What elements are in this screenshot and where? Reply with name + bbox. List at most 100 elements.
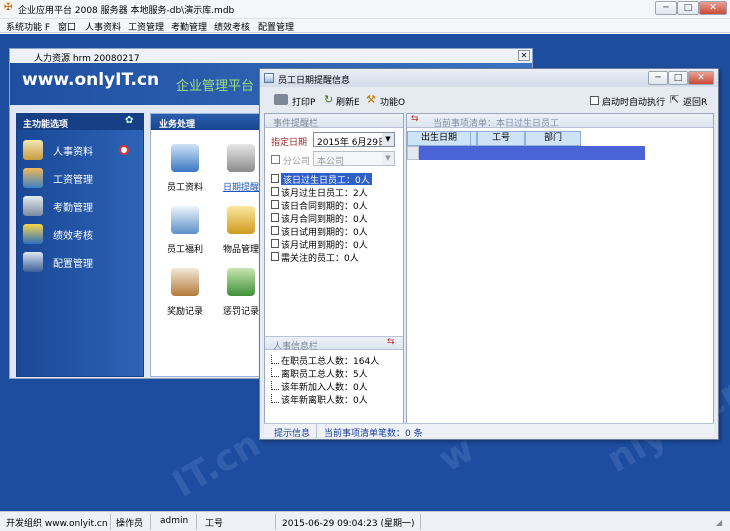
back-icon[interactable]: ⇱ (670, 93, 679, 106)
event-panel-header: 事件提醒栏 (265, 114, 403, 129)
column-header-dept[interactable]: 部门 (525, 131, 581, 146)
sidebar-item-config[interactable]: 配置管理 (23, 250, 139, 276)
status-datetime: 2015-06-29 09:04:23 (星期一) (282, 519, 415, 529)
menu-config[interactable]: 配置管理 (258, 20, 294, 33)
event-item[interactable]: 该日试用到期的：0人 (271, 225, 368, 238)
tile-date-reminder[interactable]: 日期提醒 (217, 144, 265, 200)
status-bar: 开发组织 www.onlyit.cn 操作员 admin 工号 2015-06-… (0, 511, 730, 531)
hr-item: 离职员工总人数：5人 (271, 367, 368, 380)
hr-item: 该年新加入人数：0人 (271, 380, 368, 393)
emp-maximize-button[interactable]: □ (668, 71, 688, 85)
menu-window[interactable]: 窗口 (58, 20, 76, 33)
hr-label: 在职员工总人数：164人 (281, 357, 380, 367)
status-org: 开发组织 www.onlyit.cn (6, 519, 108, 529)
swap-icon[interactable]: ⇆ (387, 337, 395, 347)
emp-close-button[interactable]: ✕ (688, 71, 714, 85)
employee-reminder-window: 员工日期提醒信息 ─ □ ✕ 打印P ↻ 刷新E ⚒ 功能O 启动时自动执行 ⇱… (259, 68, 719, 440)
chevron-down-icon[interactable]: ▼ (382, 133, 394, 146)
event-icon (271, 213, 279, 222)
column-header-birthdate[interactable]: 出生日期 (407, 131, 471, 146)
goods-icon (227, 206, 255, 234)
column-header-id[interactable]: 工号 (477, 131, 525, 146)
main-sidebar: 主功能选项 ✿ 人事资料 工资管理 考勤管理 绩效考核 配置管理 (16, 113, 144, 377)
function-button[interactable]: 功能O (380, 95, 405, 108)
event-item[interactable]: 该月过生日员工：2人 (271, 186, 368, 199)
company-select[interactable]: 本公司 ▼ (313, 151, 395, 167)
tile-punish[interactable]: 惩罚记录 (217, 268, 265, 324)
hrm-titlebar: 人力资源 hrm 20080217 ✕ (10, 49, 532, 64)
emp-titlebar: 员工日期提醒信息 ─ □ ✕ (260, 69, 718, 87)
back-button[interactable]: 返回R (683, 95, 707, 108)
event-label: 该日合同到期的：0人 (281, 202, 368, 212)
settings-icon[interactable]: ✿ (125, 115, 133, 126)
status-operator: admin (160, 516, 189, 526)
resize-grip-icon[interactable]: ◢ (716, 518, 722, 527)
menu-attendance[interactable]: 考勤管理 (171, 20, 207, 33)
event-label: 该月试用到期的：0人 (281, 241, 368, 251)
menu-system[interactable]: 系统功能 F (6, 20, 50, 33)
row-selector[interactable] (407, 146, 419, 160)
status-divider (316, 424, 317, 438)
employee-info-icon (171, 144, 199, 172)
auto-run-checkbox[interactable] (590, 96, 599, 105)
sidebar-item-performance[interactable]: 绩效考核 (23, 222, 139, 248)
tree-line-icon (271, 394, 279, 403)
sidebar-item-salary[interactable]: 工资管理 (23, 166, 139, 192)
print-button[interactable]: 打印P (292, 95, 315, 108)
close-icon[interactable]: ✕ (518, 50, 530, 61)
menu-salary[interactable]: 工资管理 (128, 20, 164, 33)
close-button[interactable]: ✕ (699, 1, 727, 15)
minimize-button[interactable]: ─ (655, 1, 677, 15)
sidebar-item-attendance[interactable]: 考勤管理 (23, 194, 139, 220)
attendance-icon (23, 196, 43, 216)
sidebar-item-label: 人事资料 (53, 147, 93, 158)
date-reminder-icon (227, 144, 255, 172)
config-icon (23, 252, 43, 272)
swap-icon[interactable]: ⇆ (411, 114, 419, 124)
emp-minimize-button[interactable]: ─ (648, 71, 668, 85)
maximize-button[interactable]: □ (677, 1, 699, 15)
hr-label: 该年新离职人数：0人 (281, 396, 368, 406)
event-icon (271, 239, 279, 248)
hr-item: 该年新离职人数：0人 (271, 393, 368, 406)
sidebar-title: 主功能选项 (23, 120, 69, 130)
event-item[interactable]: 需关注的员工：0人 (271, 251, 359, 264)
date-picker[interactable]: 2015年 6月29日 ▼ (313, 132, 395, 148)
tile-welfare[interactable]: 员工福利 (161, 206, 209, 262)
event-item[interactable]: 该月合同到期的：0人 (271, 212, 368, 225)
event-panel: 事件提醒栏 指定日期 2015年 6月29日 ▼ 分公司 本公司 ▼ 该日过生日… (264, 113, 404, 437)
refresh-button[interactable]: 刷新E (336, 95, 360, 108)
company-checkbox[interactable] (271, 155, 280, 164)
tile-goods[interactable]: 物品管理 (217, 206, 265, 262)
business-panel: 业务处理 员工资料 日期提醒 员工福利 物品管理 奖励记录 惩罚记录 (150, 113, 270, 377)
sidebar-header: 主功能选项 ✿ (17, 114, 143, 130)
emp-toolbar: 打印P ↻ 刷新E ⚒ 功能O 启动时自动执行 ⇱ 返回R (260, 91, 718, 111)
table-row[interactable] (419, 146, 645, 160)
status-count: 当前事项清单笔数：0 条 (324, 429, 423, 439)
banner-url: www.onlyIT.cn (22, 70, 160, 90)
company-label: 分公司 (283, 157, 311, 167)
tile-employee-info[interactable]: 员工资料 (161, 144, 209, 200)
refresh-icon[interactable]: ↻ (324, 93, 333, 106)
menu-performance[interactable]: 绩效考核 (214, 20, 250, 33)
printer-icon[interactable] (274, 94, 288, 105)
tree-line-icon (271, 368, 279, 377)
menu-bar: 系统功能 F 窗口 人事资料 工资管理 考勤管理 绩效考核 配置管理 (0, 19, 730, 33)
event-icon (271, 252, 279, 261)
status-tip: 提示信息 (274, 429, 311, 439)
event-item[interactable]: 该日合同到期的：0人 (271, 199, 368, 212)
punish-icon (227, 268, 255, 296)
event-item[interactable]: 该日过生日员工：0人 (271, 173, 372, 186)
watermark: IT.cn (165, 423, 268, 506)
function-icon[interactable]: ⚒ (366, 93, 376, 106)
sidebar-item-personnel[interactable]: 人事资料 (23, 138, 139, 164)
sidebar-item-label: 配置管理 (53, 259, 93, 270)
emp-window-icon (264, 73, 274, 83)
event-item[interactable]: 该月试用到期的：0人 (271, 238, 368, 251)
welfare-icon (171, 206, 199, 234)
tile-label: 员工资料 (166, 183, 203, 193)
tile-reward[interactable]: 奖励记录 (161, 268, 209, 324)
event-label: 该日过生日员工：0人 (283, 176, 370, 186)
menu-personnel[interactable]: 人事资料 (85, 20, 121, 33)
chevron-down-icon[interactable]: ▼ (382, 152, 394, 165)
